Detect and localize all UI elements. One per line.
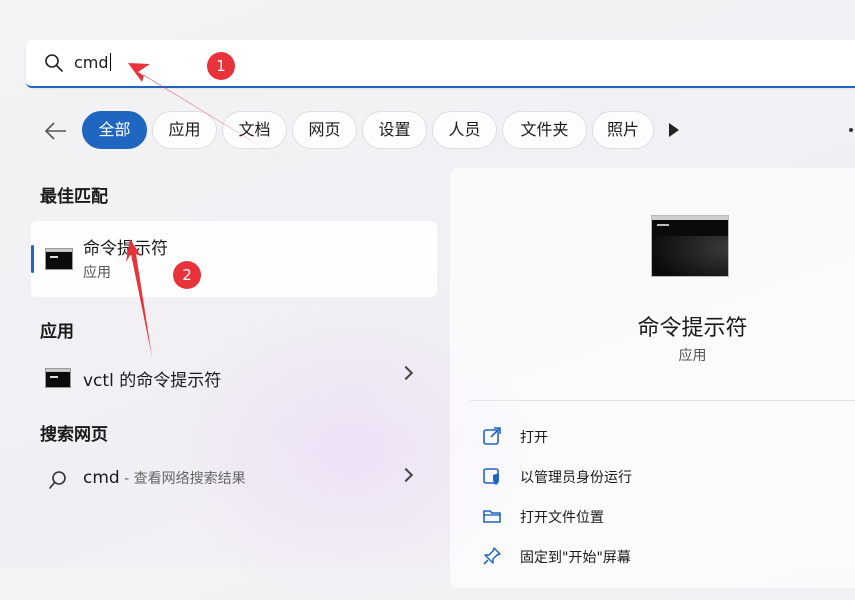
more-filters-arrow-icon[interactable] [667,121,681,139]
detail-subtitle: 应用 [678,348,707,364]
cmd-icon [45,248,73,270]
section-apps: 应用 [40,322,74,342]
filter-chip-documents[interactable]: 文档 [222,111,287,149]
action-run-as-admin-label: 以管理员身份运行 [520,470,632,486]
filter-chip-all[interactable]: 全部 [82,111,147,149]
folder-icon [483,510,501,523]
more-options-icon[interactable] [849,128,853,132]
chevron-right-icon[interactable] [398,365,414,381]
section-web-search: 搜索网页 [40,425,108,445]
back-arrow-icon[interactable] [42,118,70,144]
action-open[interactable]: 打开 [482,421,842,451]
filter-chip-people[interactable]: 人员 [432,111,497,149]
action-open-file-location[interactable]: 打开文件位置 [482,501,842,531]
admin-shield-icon [483,468,499,485]
app-result-item[interactable]: vctl 的命令提示符 [31,354,437,402]
annotation-badge-2: 2 [173,261,201,289]
web-search-suffix: - 查看网络搜索结果 [119,471,246,487]
open-external-icon [483,427,501,445]
action-pin-to-start-label: 固定到"开始"屏幕 [520,550,631,566]
search-input[interactable]: cmd [74,53,111,72]
chevron-right-icon[interactable] [398,467,414,483]
text-caret [109,53,111,71]
action-run-as-admin[interactable]: 以管理员身份运行 [482,461,842,491]
filter-chip-photos[interactable]: 照片 [592,111,654,149]
best-match-item[interactable]: 命令提示符 应用 [31,221,437,297]
filter-chip-web[interactable]: 网页 [292,111,357,149]
detail-pane: 命令提示符 应用 打开 以管理员身份运行 打开文件位置 固定到"开始"屏幕 [450,168,855,588]
app-result-label: vctl 的命令提示符 [83,371,222,391]
web-search-query: cmd [83,468,120,488]
divider [470,400,855,401]
best-match-title: 命令提示符 [83,239,168,259]
web-search-label: cmd - 查看网络搜索结果 [83,468,246,488]
detail-title: 命令提示符 [637,316,748,341]
best-match-subtitle: 应用 [83,265,111,281]
pin-icon [483,547,501,565]
search-box[interactable]: cmd [26,40,855,88]
search-icon [49,471,66,489]
filter-chip-apps[interactable]: 应用 [152,111,217,149]
selection-indicator [31,245,34,273]
filter-chip-settings[interactable]: 设置 [362,111,427,149]
action-open-label: 打开 [520,430,548,446]
annotation-badge-1: 1 [207,52,235,80]
web-search-item[interactable]: cmd - 查看网络搜索结果 [31,456,437,504]
cmd-large-icon [651,215,729,277]
action-open-file-location-label: 打开文件位置 [520,510,604,526]
section-best-match: 最佳匹配 [40,187,108,207]
filter-chip-folders[interactable]: 文件夹 [502,111,587,149]
action-pin-to-start[interactable]: 固定到"开始"屏幕 [482,541,842,571]
cmd-icon [45,368,71,388]
search-icon [45,54,63,72]
